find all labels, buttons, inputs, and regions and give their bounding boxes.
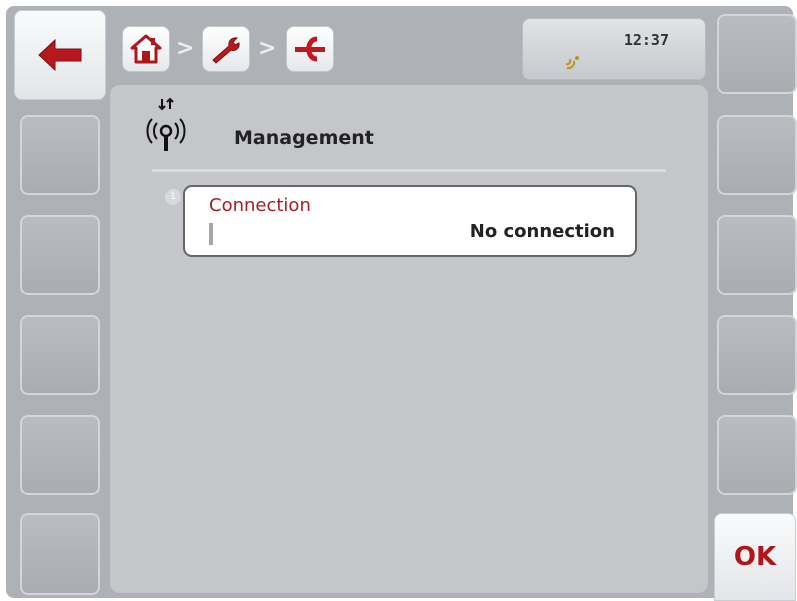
left-softkey-1[interactable] <box>20 115 100 195</box>
arrow-left-icon <box>38 38 82 72</box>
breadcrumb-settings[interactable] <box>202 26 250 72</box>
field-label: Connection <box>209 195 311 216</box>
breadcrumb: > > 12:37 <box>110 8 710 80</box>
left-softkey-5[interactable] <box>20 513 100 595</box>
left-softkey-2[interactable] <box>20 215 100 295</box>
right-softkey-5[interactable] <box>717 415 797 495</box>
breadcrumb-separator: > <box>176 36 195 61</box>
wireless-transfer-icon <box>146 97 186 151</box>
field-value: No connection <box>469 221 615 242</box>
right-softkey-3[interactable] <box>717 215 797 295</box>
status-panel: 12:37 <box>522 18 706 80</box>
right-softkey-4[interactable] <box>717 315 797 395</box>
field-index: 1 <box>165 189 181 205</box>
left-softkey-3[interactable] <box>20 315 100 395</box>
clock: 12:37 <box>623 31 669 49</box>
page-title: Management <box>234 127 374 149</box>
connector-icon <box>295 36 325 62</box>
back-button[interactable] <box>14 10 106 100</box>
breadcrumb-separator: > <box>258 36 277 61</box>
wrench-icon <box>212 37 240 64</box>
breadcrumb-home[interactable] <box>122 26 170 72</box>
ok-label: OK <box>733 542 777 572</box>
right-softkey-2[interactable] <box>717 115 797 195</box>
field-marker <box>209 223 213 245</box>
left-softkey-4[interactable] <box>20 415 100 495</box>
satellite-signal-icon <box>565 56 579 70</box>
ok-button[interactable]: OK <box>714 513 796 601</box>
divider <box>152 169 666 172</box>
connection-field[interactable]: Connection No connection <box>183 185 637 257</box>
home-icon <box>130 34 162 64</box>
breadcrumb-connection[interactable] <box>286 26 334 72</box>
right-softkey-1[interactable] <box>717 14 797 94</box>
main-panel: Management 1 Connection No connection <box>110 85 708 593</box>
page-header: Management <box>146 97 676 167</box>
